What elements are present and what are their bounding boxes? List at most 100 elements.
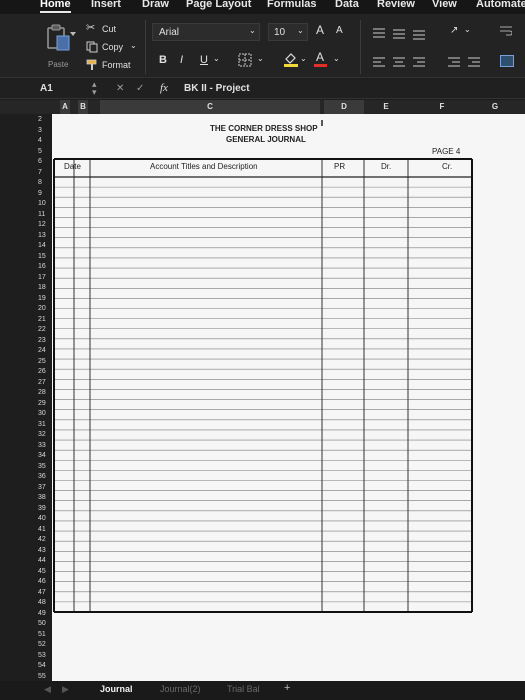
- row-header[interactable]: 12: [38, 221, 52, 228]
- name-box[interactable]: A1: [40, 83, 53, 94]
- row-header[interactable]: 18: [38, 284, 52, 291]
- row-header[interactable]: 47: [38, 589, 52, 596]
- row-header[interactable]: 2: [38, 116, 52, 123]
- copy-button[interactable]: Copy ⌄: [86, 41, 140, 55]
- row-header[interactable]: 26: [38, 368, 52, 375]
- increase-font-button[interactable]: A: [316, 23, 324, 37]
- decrease-indent-icon[interactable]: [448, 57, 460, 67]
- tab-draw[interactable]: Draw: [142, 0, 169, 10]
- tab-review[interactable]: Review: [377, 0, 415, 10]
- sheet-tab-journal-2[interactable]: Journal(2): [160, 684, 201, 694]
- row-header[interactable]: 21: [38, 316, 52, 323]
- row-header[interactable]: 52: [38, 641, 52, 648]
- column-header-b[interactable]: B: [78, 100, 88, 114]
- row-header[interactable]: 46: [38, 578, 52, 585]
- row-header[interactable]: 43: [38, 547, 52, 554]
- format-painter-button[interactable]: Format: [86, 59, 140, 73]
- row-header[interactable]: 49: [38, 610, 52, 617]
- formula-input[interactable]: BK II - Project: [184, 83, 250, 94]
- tab-formulas[interactable]: Formulas: [267, 0, 317, 10]
- wrap-text-icon[interactable]: [500, 25, 512, 37]
- align-left-icon[interactable]: [373, 57, 385, 67]
- cut-button[interactable]: ✂ Cut: [86, 23, 136, 37]
- bold-button[interactable]: B: [159, 54, 167, 66]
- font-size-select[interactable]: 10 ⌄: [268, 23, 308, 41]
- row-header[interactable]: 20: [38, 305, 52, 312]
- column-header-f[interactable]: F: [409, 100, 475, 114]
- row-header[interactable]: 25: [38, 358, 52, 365]
- column-header-a[interactable]: A: [60, 100, 70, 114]
- underline-button[interactable]: U: [200, 54, 208, 66]
- align-bottom-icon[interactable]: [413, 30, 425, 40]
- sheet-tab-trial-bal[interactable]: Trial Bal: [227, 684, 260, 694]
- row-header[interactable]: 35: [38, 463, 52, 470]
- row-header[interactable]: 14: [38, 242, 52, 249]
- row-header[interactable]: 44: [38, 557, 52, 564]
- align-top-icon[interactable]: [373, 28, 385, 38]
- row-header[interactable]: 3: [38, 127, 52, 134]
- name-box-stepper-icon[interactable]: ▴ ▾: [92, 80, 97, 97]
- font-color-button[interactable]: A: [314, 50, 328, 68]
- row-header[interactable]: 42: [38, 536, 52, 543]
- row-header[interactable]: 13: [38, 232, 52, 239]
- cancel-icon[interactable]: ✕: [116, 83, 124, 94]
- column-header-d[interactable]: D: [324, 100, 364, 114]
- merge-center-icon[interactable]: [500, 55, 514, 67]
- row-header[interactable]: 9: [38, 190, 52, 197]
- row-header[interactable]: 40: [38, 515, 52, 522]
- row-header[interactable]: 22: [38, 326, 52, 333]
- tab-automate[interactable]: Automate: [476, 0, 525, 10]
- insert-function-button[interactable]: fx: [160, 82, 168, 94]
- row-header[interactable]: 15: [38, 253, 52, 260]
- row-header[interactable]: 16: [38, 263, 52, 270]
- scroll-sheets-left-icon[interactable]: ◀: [44, 684, 51, 695]
- row-header[interactable]: 41: [38, 526, 52, 533]
- row-header[interactable]: 51: [38, 631, 52, 638]
- row-header[interactable]: 53: [38, 652, 52, 659]
- row-header[interactable]: 55: [38, 673, 52, 680]
- row-header[interactable]: 28: [38, 389, 52, 396]
- row-header[interactable]: 36: [38, 473, 52, 480]
- row-header[interactable]: 24: [38, 347, 52, 354]
- decrease-font-button[interactable]: A: [336, 25, 343, 36]
- sheet-tab-journal[interactable]: Journal: [100, 684, 133, 694]
- row-header[interactable]: 10: [38, 200, 52, 207]
- row-header[interactable]: 6: [38, 158, 52, 165]
- add-sheet-button[interactable]: +: [284, 682, 290, 694]
- orientation-icon[interactable]: ↗: [450, 25, 458, 36]
- row-header[interactable]: 33: [38, 442, 52, 449]
- row-header[interactable]: 54: [38, 662, 52, 669]
- row-header[interactable]: 32: [38, 431, 52, 438]
- paste-dropdown-icon[interactable]: [70, 32, 76, 36]
- align-middle-icon[interactable]: [393, 29, 405, 39]
- align-center-icon[interactable]: [393, 57, 405, 67]
- worksheet-grid[interactable]: THE CORNER DRESS SHOP GENERAL JOURNAL PA…: [52, 114, 525, 681]
- fill-color-icon[interactable]: [283, 51, 299, 67]
- borders-icon[interactable]: [238, 53, 252, 67]
- row-header[interactable]: 37: [38, 484, 52, 491]
- row-header[interactable]: 48: [38, 599, 52, 606]
- row-header[interactable]: 17: [38, 274, 52, 281]
- tab-view[interactable]: View: [432, 0, 457, 10]
- tab-insert[interactable]: Insert: [91, 0, 121, 10]
- row-header[interactable]: 45: [38, 568, 52, 575]
- row-header[interactable]: 50: [38, 620, 52, 627]
- scroll-sheets-right-icon[interactable]: ▶: [62, 684, 69, 695]
- column-header-e[interactable]: E: [366, 100, 406, 114]
- tab-page-layout[interactable]: Page Layout: [186, 0, 251, 10]
- row-header[interactable]: 27: [38, 379, 52, 386]
- row-header[interactable]: 5: [38, 148, 52, 155]
- column-header-g[interactable]: G: [480, 100, 510, 114]
- row-header[interactable]: 11: [38, 211, 52, 218]
- row-header[interactable]: 38: [38, 494, 52, 501]
- confirm-check-icon[interactable]: ✓: [136, 83, 144, 94]
- align-right-icon[interactable]: [413, 57, 425, 67]
- row-header[interactable]: 39: [38, 505, 52, 512]
- row-header[interactable]: 7: [38, 169, 52, 176]
- tab-home[interactable]: Home: [40, 0, 71, 13]
- row-header[interactable]: 31: [38, 421, 52, 428]
- row-header[interactable]: 23: [38, 337, 52, 344]
- select-all-corner[interactable]: [52, 100, 58, 114]
- row-header[interactable]: 34: [38, 452, 52, 459]
- increase-indent-icon[interactable]: [468, 57, 480, 67]
